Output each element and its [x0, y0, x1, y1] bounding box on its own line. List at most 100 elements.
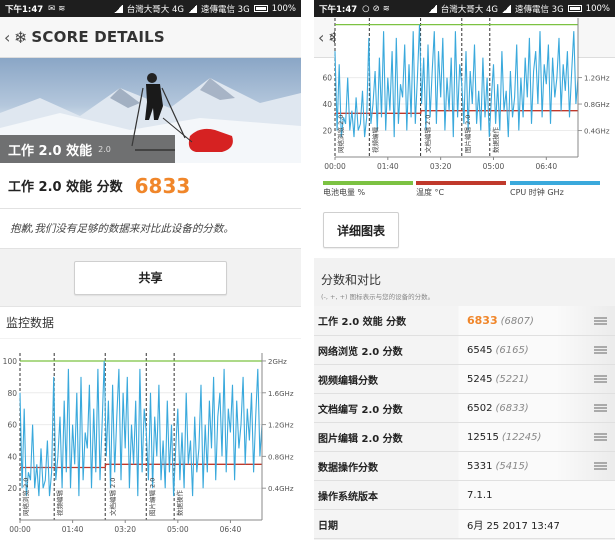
back-arrow-icon[interactable]: ‹	[318, 28, 328, 47]
row-name: 工作 2.0 效能 分数	[318, 317, 407, 328]
hero-version: 2.0	[98, 144, 111, 154]
page-title: SCORE DETAILS	[31, 28, 165, 46]
expand-menu-icon[interactable]	[594, 375, 607, 383]
x-tick-label: 06:40	[535, 162, 557, 171]
monitor-chart-svg: 20 40 60 0.4GHz 0.8GHz 1.2GHz 网络浏览 2.0 视频编辑 文档编辑…	[322, 18, 610, 171]
detail-chart-button[interactable]: 详细图表	[323, 212, 399, 248]
y-left-tick-label: 60	[322, 74, 332, 83]
y-right-tick-label: 0.8GHz	[584, 101, 610, 109]
back-arrow-icon[interactable]: ‹	[4, 28, 14, 47]
row-score: 6502 (6833)	[467, 403, 529, 414]
monitor-chart-right: 20 40 60 0.4GHz 0.8GHz 1.2GHz 网络浏览 2.0 视频编辑 文档编辑…	[314, 18, 615, 178]
score-row: 工作 2.0 效能 分数 6833	[0, 163, 301, 209]
carrier1: 台灣大哥大 4G	[440, 4, 498, 15]
table-row[interactable]: 日期 6月 25 2017 13:47	[314, 510, 615, 539]
compare-header: 分数和对比 (-, +, +) 图标表示与您的设备的分数。	[314, 258, 615, 306]
y-left-tick-label: 40	[7, 452, 17, 461]
x-tick-label: 05:00	[483, 162, 505, 171]
row-score-value: 6833	[467, 314, 498, 327]
expand-menu-icon[interactable]	[594, 316, 607, 325]
compare-title: 分数和对比	[321, 273, 382, 287]
legend-cpu-swatch	[510, 181, 600, 185]
y-right-tick-label: 0.8GHz	[268, 453, 294, 461]
score-value: 6833	[134, 173, 191, 198]
row-name: 数据操作分数	[318, 462, 378, 474]
row-score: 6833 (6807)	[467, 314, 534, 327]
wifi-icon: ≋	[382, 3, 390, 14]
monitor-section-title: 监控数据	[0, 306, 301, 338]
y-right-tick-label: 1.6GHz	[268, 390, 294, 398]
signal-icon	[187, 4, 197, 13]
segment-label: 数据操作	[175, 490, 184, 517]
row-reference-score: (6807)	[500, 316, 534, 327]
y-right-tick-label: 0.4GHz	[584, 128, 610, 136]
row-score-value: 12515	[467, 431, 499, 443]
right-screen: 下午1:47 ○⊘≋ 台灣大哥大 4G 遠傳電信 3G 100% ‹ ❄ SCO…	[314, 0, 615, 540]
row-score: 5331 (5415)	[467, 461, 529, 472]
app-bar: ‹ ❄ SCORE DETAILS	[0, 17, 301, 58]
panel-gap	[301, 0, 314, 540]
y-left-tick-label: 20	[7, 484, 17, 493]
expand-menu-icon[interactable]	[594, 433, 607, 441]
table-row[interactable]: 视频编辑分数 5245 (5221)	[314, 365, 615, 394]
segment-label: 网络浏览 2.0	[21, 478, 30, 516]
table-row[interactable]: 文档编写 2.0 分数 6502 (6833)	[314, 394, 615, 423]
segment-label: 视频编辑	[55, 490, 64, 517]
battery-icon	[567, 5, 582, 12]
y-right-tick-label: 1.2GHz	[584, 75, 610, 83]
carrier1: 台灣大哥大 4G	[126, 4, 184, 15]
expand-menu-icon[interactable]	[594, 346, 607, 354]
segment-label: 图片编辑 2.0	[147, 478, 156, 516]
row-name: 视频编辑分数	[318, 375, 378, 387]
wechat-icon: ✉	[48, 3, 56, 14]
share-button[interactable]: 共享	[74, 260, 227, 295]
hero-label-text: 工作 2.0 效能	[8, 143, 93, 159]
status-bar: 下午1:47 ✉ ≋ 台灣大哥大 4G 遠傳電信 3G 100%	[0, 0, 301, 17]
legend-cpu: CPU 时钟 GHz	[510, 181, 600, 198]
hero-image: 工作 2.0 效能 2.0	[0, 58, 301, 163]
row-name: 网络浏览 2.0 分数	[318, 346, 403, 358]
row-name: 文档编写 2.0 分数	[318, 404, 403, 416]
detail-area: 详细图表	[314, 200, 615, 258]
row-reference-score: (6165)	[495, 344, 529, 356]
legend-battery-label: 电池电量 %	[323, 188, 366, 197]
table-row[interactable]: 图片编辑 2.0 分数 12515 (12245)	[314, 423, 615, 452]
legend-temperature-swatch	[416, 181, 506, 185]
table-row[interactable]: 网络浏览 2.0 分数 6545 (6165)	[314, 336, 615, 365]
x-tick-label: 00:00	[9, 525, 31, 534]
left-screen: 下午1:47 ✉ ≋ 台灣大哥大 4G 遠傳電信 3G 100% ‹ ❄ SCOR…	[0, 0, 301, 540]
score-label: 工作 2.0 效能 分数	[8, 180, 123, 195]
table-row[interactable]: 操作系统版本 7.1.1	[314, 481, 615, 510]
table-row[interactable]: 数据操作分数 5331 (5415)	[314, 452, 615, 481]
y-left-tick-label: 100	[3, 357, 18, 366]
silent-icon: ⊘	[372, 3, 380, 14]
y-right-tick-label: 2GHz	[268, 358, 287, 366]
legend-cpu-label: CPU 时钟 GHz	[510, 188, 564, 197]
signal-icon	[501, 4, 511, 13]
expand-menu-icon[interactable]	[594, 462, 607, 470]
y-left-tick-label: 20	[322, 127, 332, 136]
y-left-tick-label: 60	[7, 421, 17, 430]
no-comparison-message: 抱歉,我们没有足够的数据来对比此设备的分数。	[0, 209, 301, 249]
table-row[interactable]: 工作 2.0 效能 分数 6833 (6807)	[314, 306, 615, 336]
snowflake-logo-icon[interactable]: ❄	[14, 28, 27, 47]
expand-menu-icon[interactable]	[594, 404, 607, 412]
row-score-value: 6502	[467, 402, 493, 414]
battery-level: 100%	[585, 3, 610, 14]
battery-level: 100%	[271, 3, 296, 14]
row-reference-score: (6833)	[495, 402, 529, 414]
row-score: 5245 (5221)	[467, 374, 529, 385]
signal-icon	[113, 4, 123, 13]
status-bar: 下午1:47 ○ ⊘ ≋ 台灣大哥大 4G 遠傳電信 3G 100%	[314, 0, 615, 17]
segment-label: 数据操作	[491, 127, 500, 154]
signal-icon	[427, 4, 437, 13]
row-reference-score: (5221)	[495, 373, 529, 385]
legend-temperature-label: 温度 °C	[416, 188, 445, 197]
segment-label: 文档编辑 2.0	[108, 478, 117, 516]
score-table: 工作 2.0 效能 分数 6833 (6807) 网络浏览 2.0 分数 6545 (61…	[314, 306, 615, 539]
carrier2: 遠傳電信 3G	[514, 4, 564, 15]
x-tick-label: 05:00	[167, 525, 189, 534]
status-time: 下午1:47	[319, 4, 358, 15]
status-time: 下午1:47	[5, 4, 44, 15]
segment-label: 文档编辑 2.0	[423, 115, 432, 153]
